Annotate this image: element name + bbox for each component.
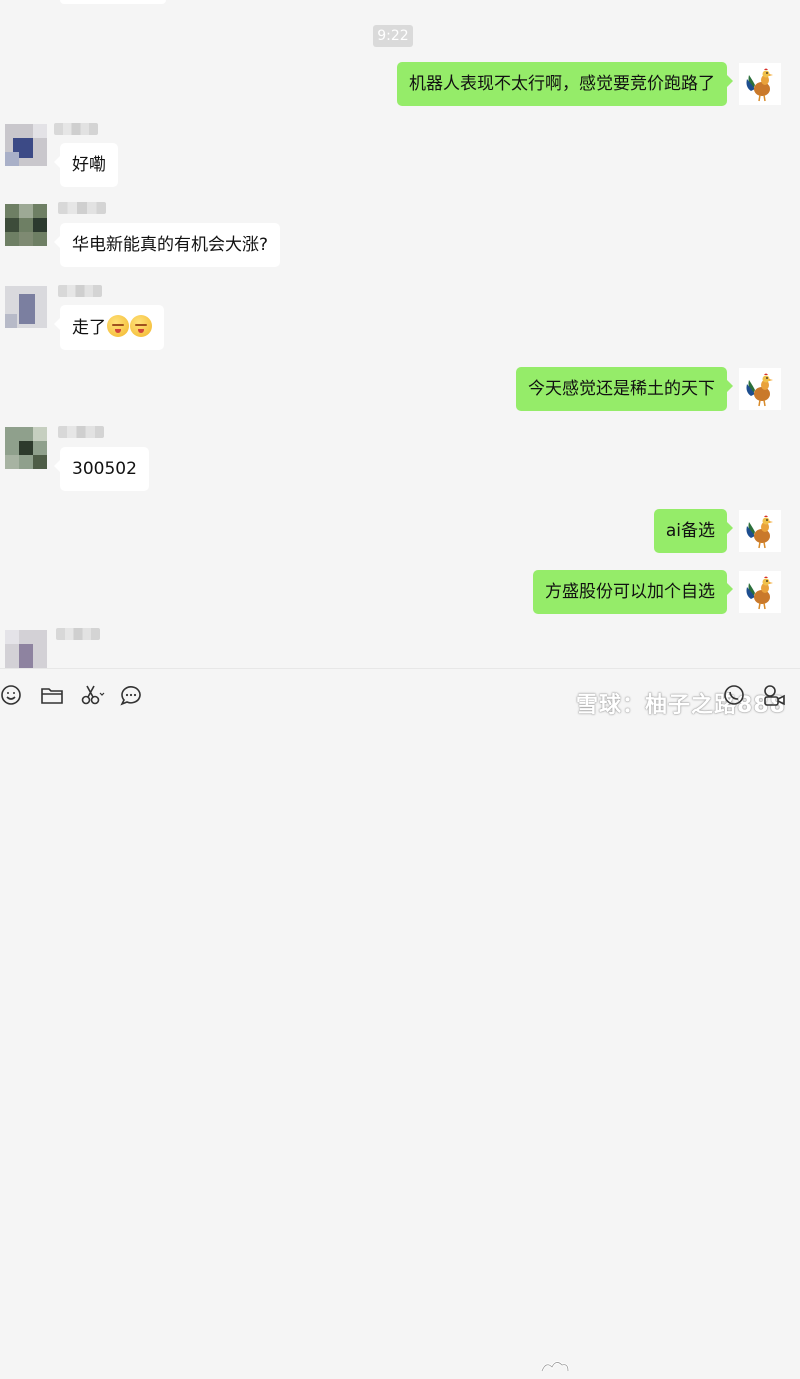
contact-name-blurred [56,628,100,640]
message-text: 走了 [72,318,106,338]
contact-name-blurred [58,426,104,438]
contact-avatar[interactable] [5,427,47,469]
voice-call-icon[interactable] [722,683,748,709]
contact-message-bubble[interactable]: 好嘞 [54,143,118,187]
contact-message-bubble[interactable]: 300502 [54,447,149,491]
input-toolbar: 雪球：柚子之路888 [0,668,800,1372]
contact-name-blurred [54,123,98,135]
my-message-bubble[interactable]: 机器人表现不太行啊，感觉要竞价跑路了 [397,62,733,106]
chat-bubble-icon[interactable] [119,683,145,709]
previous-message-stub [60,0,166,4]
contact-message-bubble[interactable]: 走了 [54,305,164,350]
my-message-bubble[interactable]: ai备选 [653,509,734,553]
watermark-text: 雪球：柚子之路888 [576,693,786,718]
rooster-icon [739,510,781,552]
chat-area[interactable]: 9:22 机器人表现不太行啊，感觉要竞价跑路了 好嘞 华电新能真的有机会大涨? … [0,0,800,668]
dizzy-face-emoji-icon [130,315,152,337]
rooster-icon [739,368,781,410]
scissors-icon[interactable] [80,683,106,709]
my-avatar[interactable] [739,63,781,105]
contact-name-blurred [58,202,106,214]
video-call-icon[interactable] [762,683,788,709]
contact-message-bubble[interactable]: 华电新能真的有机会大涨? [53,223,281,267]
contact-avatar[interactable] [5,124,47,166]
my-message-bubble[interactable]: 今天感觉还是稀土的天下 [516,367,733,411]
rooster-icon [739,63,781,105]
contact-avatar[interactable] [5,204,47,246]
xueqiu-logo-icon [540,1361,570,1372]
contact-avatar[interactable] [5,630,47,668]
contact-avatar[interactable] [5,286,47,328]
emoji-icon[interactable] [0,683,26,709]
my-avatar[interactable] [739,510,781,552]
timestamp: 9:22 [373,25,413,47]
contact-name-blurred [58,285,102,297]
rooster-icon [739,571,781,613]
my-avatar[interactable] [739,571,781,613]
folder-icon[interactable] [40,683,66,709]
dizzy-face-emoji-icon [107,315,129,337]
my-avatar[interactable] [739,368,781,410]
my-message-bubble[interactable]: 方盛股份可以加个自选 [533,570,733,614]
